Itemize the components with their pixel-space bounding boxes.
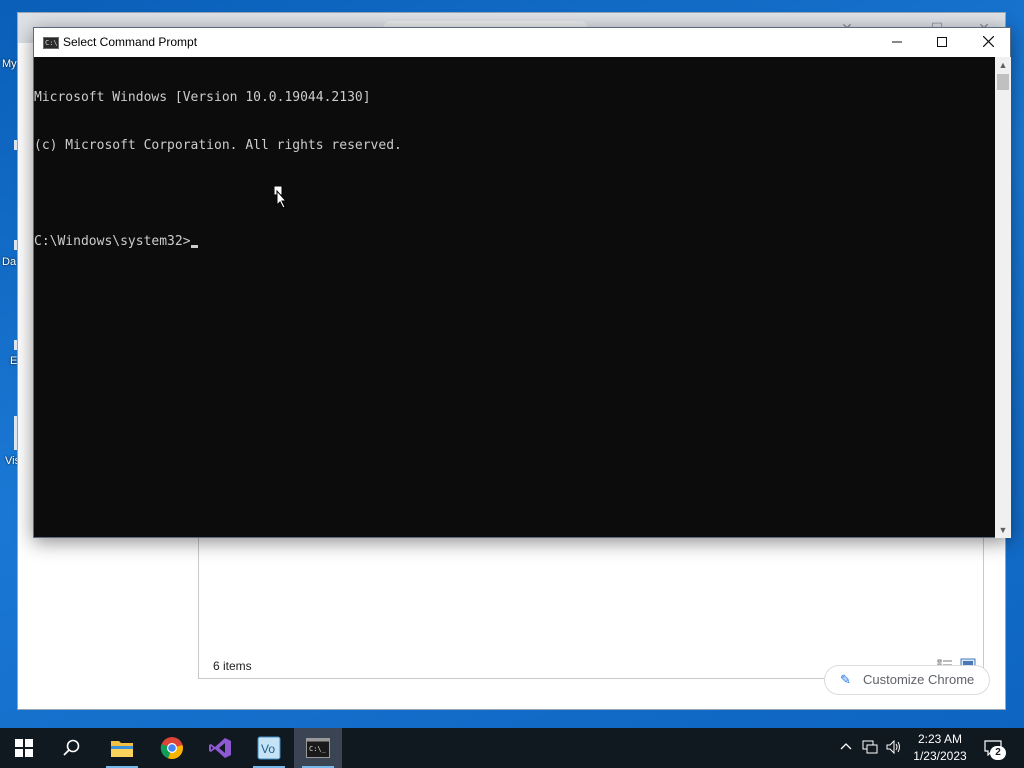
window-title: Select Command Prompt [63, 35, 198, 49]
file-explorer-window[interactable]: 6 items [198, 536, 984, 679]
close-button[interactable] [965, 28, 1011, 57]
command-prompt-icon[interactable]: C:\ [43, 37, 59, 49]
desktop-icon-label[interactable]: My [2, 58, 17, 70]
maximize-button[interactable] [919, 28, 965, 57]
search-button[interactable] [48, 728, 96, 768]
scroll-down-icon[interactable]: ▼ [995, 522, 1011, 538]
mouse-pointer-icon [273, 185, 288, 209]
chrome-icon [160, 737, 183, 760]
start-button[interactable] [0, 728, 48, 768]
desktop-icon-label[interactable]: Da [2, 256, 16, 268]
network-icon[interactable] [862, 740, 878, 757]
minimize-button[interactable] [874, 28, 920, 57]
search-icon [63, 739, 80, 756]
vmware-icon: Vo [257, 736, 281, 760]
svg-text:Vo: Vo [261, 742, 275, 756]
console-prompt: C:\Windows\system32> [34, 234, 191, 249]
console-line: Microsoft Windows [Version 10.0.19044.21… [34, 90, 371, 105]
visual-studio-icon [209, 738, 231, 758]
clock-date: 1/23/2023 [913, 749, 967, 763]
text-cursor [190, 245, 198, 248]
taskbar: Vo C:\_ 2:23 AM 1/23/2023 2 [0, 728, 1024, 768]
svg-text:C:\_: C:\_ [309, 745, 327, 753]
file-explorer-icon [111, 741, 133, 757]
start-icon [15, 739, 33, 757]
taskbar-visual-studio[interactable] [196, 728, 244, 768]
command-prompt-icon: C:\_ [306, 738, 330, 758]
cmd-titlebar[interactable]: C:\ Select Command Prompt [34, 28, 1010, 57]
console-line: (c) Microsoft Corporation. All rights re… [34, 138, 402, 153]
item-count: 6 items [213, 659, 252, 673]
taskbar-command-prompt[interactable]: C:\_ [294, 728, 342, 768]
scroll-up-icon[interactable]: ▲ [995, 57, 1011, 73]
console-prompt-line[interactable]: C:\Windows\system32> [34, 234, 995, 250]
clock-time: 2:23 AM [917, 732, 963, 746]
vertical-scrollbar[interactable]: ▲ ▼ [995, 57, 1011, 538]
chevron-up-icon[interactable] [840, 740, 852, 756]
notification-badge: 2 [990, 746, 1006, 760]
system-clock[interactable]: 2:23 AM 1/23/2023 [905, 731, 975, 765]
taskbar-vmware[interactable]: Vo [245, 728, 293, 768]
console-output[interactable]: Microsoft Windows [Version 10.0.19044.21… [34, 57, 995, 538]
pencil-icon: ✎ [840, 672, 851, 687]
scrollbar-thumb[interactable] [997, 74, 1009, 90]
taskbar-chrome[interactable] [148, 728, 196, 768]
taskbar-file-explorer[interactable] [98, 728, 146, 768]
command-prompt-window[interactable]: C:\ Select Command Prompt Microsoft Wind… [33, 27, 1011, 538]
volume-icon[interactable] [886, 739, 902, 757]
